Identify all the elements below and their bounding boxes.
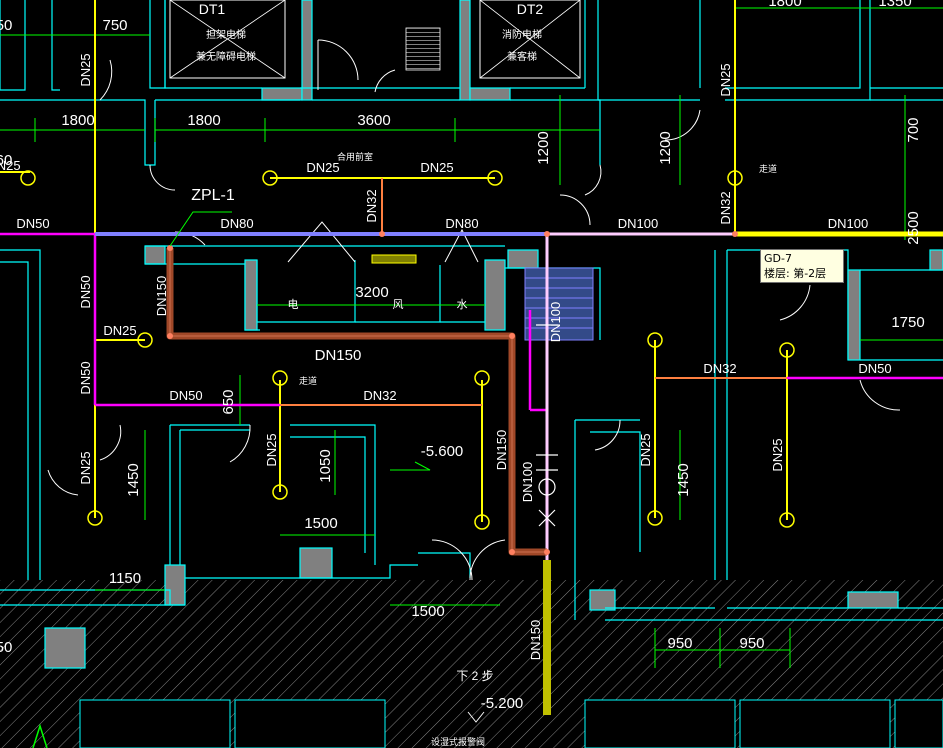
- dim-50: 50: [0, 17, 12, 34]
- shaft-water: 水: [457, 298, 468, 311]
- dim-1800: 1800: [61, 112, 94, 129]
- pipe-label-dn32: DN32: [364, 189, 379, 222]
- dim-950: 950: [739, 635, 764, 652]
- pipe-label-dn150: DN150: [315, 347, 362, 364]
- elevation-label: -5.200: [481, 695, 524, 712]
- dim-1450: 1450: [675, 463, 692, 496]
- dim-700: 700: [905, 117, 922, 142]
- elevator-1-line1: 担架电梯: [206, 28, 246, 41]
- pipe-label-dn32: DN32: [363, 388, 396, 403]
- elevator-1-code: DT1: [199, 1, 226, 17]
- bottom-label: 设湿式报警阀: [431, 736, 485, 747]
- elevator-1-line2: 兼无障碍电梯: [196, 50, 256, 63]
- dim-3600: 3600: [357, 112, 390, 129]
- pipe-label-dn25: DN25: [103, 323, 136, 338]
- pipe-label-dn25: DN25: [306, 160, 339, 175]
- dim-1150: 1150: [109, 570, 141, 587]
- pipe-label-dn25: DN25: [420, 160, 453, 175]
- pipe-label-dn25: DN25: [770, 438, 785, 471]
- pipe-label-dn50: DN50: [169, 388, 202, 403]
- pipe-label-zpl: ZPL-1: [191, 187, 235, 204]
- pipe-label-dn100: DN100: [520, 462, 535, 502]
- pipe-label-dn32: DN32: [718, 191, 733, 224]
- pipe-label-dn25: DN25: [264, 433, 279, 466]
- room-corridor-left: 走道: [299, 375, 317, 386]
- pipe-label-dn100: DN100: [548, 302, 563, 342]
- dim-1500: 1500: [411, 603, 444, 620]
- pipe-tooltip: GD-7 楼层: 第-2层: [760, 249, 844, 283]
- elevation-label: -5.600: [421, 443, 464, 460]
- dim-1200: 1200: [657, 131, 674, 164]
- dim-3200: 3200: [355, 284, 388, 301]
- pipe-label-dn50: DN50: [16, 216, 49, 231]
- vent-grille: [371, 254, 417, 264]
- room-corridor-right: 走道: [759, 163, 777, 174]
- pipe-label-dn50: DN50: [78, 361, 93, 394]
- tooltip-floor: 楼层: 第-2层: [764, 267, 827, 280]
- dim-50: 50: [0, 639, 12, 656]
- dim-2500: 2500: [905, 211, 922, 244]
- dim-1200: 1200: [535, 131, 552, 164]
- dim-1800: 1800: [187, 112, 220, 129]
- pipe-label-dn50: DN50: [78, 275, 93, 308]
- pipe-label-dn80: DN80: [445, 216, 478, 231]
- door-swings: [47, 39, 901, 581]
- dim-1800: 1800: [768, 0, 801, 10]
- floor-grate: [405, 27, 441, 71]
- elevator-2-line1: 消防电梯: [502, 28, 542, 41]
- dim-950: 950: [667, 635, 692, 652]
- elevator-2-line2: 兼客梯: [507, 50, 537, 63]
- pipe-label-dn25: DN25: [718, 63, 733, 96]
- shaft-electric: 电: [288, 298, 299, 311]
- dim-750: 750: [102, 17, 127, 34]
- pipe-label-dn150: DN150: [528, 620, 543, 660]
- tooltip-id: GD-7: [764, 252, 792, 265]
- dim-1500: 1500: [304, 515, 337, 532]
- dim-650: 650: [220, 389, 237, 414]
- pipe-label-dn100: DN100: [828, 216, 868, 231]
- pipe-label-dn25: DN25: [638, 433, 653, 466]
- dim-1050: 1050: [317, 449, 334, 482]
- dim-1450: 1450: [125, 463, 142, 496]
- pipe-label-dn25: DN25: [78, 53, 93, 86]
- pipe-label-dn25: DN25: [78, 451, 93, 484]
- pipe-label-dn32: DN32: [703, 361, 736, 376]
- cad-drawing[interactable]: DT1 担架电梯 兼无障碍电梯 DT2 消防电梯 兼客梯 合用前室 走道 走道 …: [0, 0, 943, 748]
- elevator-2-code: DT2: [517, 1, 544, 17]
- dim-1750: 1750: [891, 314, 924, 331]
- pipe-label-dn80: DN80: [220, 216, 253, 231]
- room-equipment: 合用前室: [337, 151, 373, 162]
- dim-1350: 1350: [878, 0, 911, 10]
- stairs-down-label: 下 2 步: [456, 669, 493, 683]
- pipe-label-dn100: DN100: [618, 216, 658, 231]
- pipe-label-dn50: DN50: [858, 361, 891, 376]
- pipe-label-dn150: DN150: [154, 276, 169, 316]
- pipe-label-dn150: DN150: [494, 430, 509, 470]
- dim-60: 60: [0, 152, 12, 169]
- shaft-air: 风: [393, 298, 404, 311]
